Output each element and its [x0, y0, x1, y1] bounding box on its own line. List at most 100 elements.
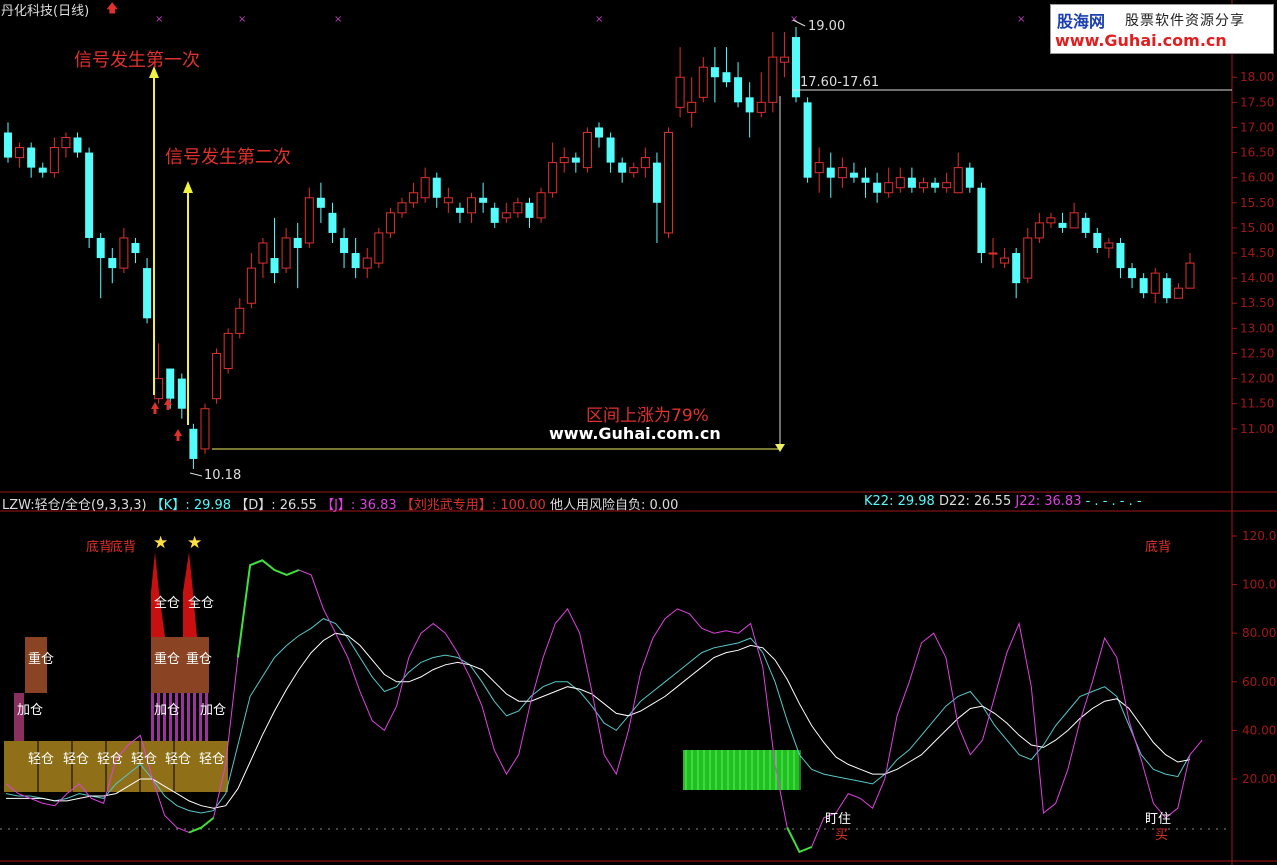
price-tick-label: 15.00: [1240, 221, 1274, 235]
candle-body-down: [293, 237, 302, 248]
candle-body-down: [907, 177, 916, 188]
candle-body-down: [861, 177, 870, 183]
candle-body-down: [710, 67, 719, 78]
logo-brand: 股海网: [1057, 12, 1106, 31]
candle-body-down: [826, 167, 835, 178]
candle-body-down: [1093, 232, 1102, 248]
up-arrow-icon: 🡅: [106, 1, 119, 15]
candle-body-up: [49, 147, 59, 174]
candle-body-down: [73, 137, 82, 153]
guhai-logo: 股海网 股票软件资源分享 www.Guhai.com.cn: [1050, 4, 1274, 54]
price-tick-label: 11.00: [1240, 422, 1274, 436]
candle-body-down: [595, 127, 603, 138]
candle-body-up: [756, 101, 766, 113]
candle-body-up: [420, 177, 430, 199]
candle-body-up: [768, 56, 778, 103]
candle-body-up: [1000, 257, 1010, 264]
candle-body-up: [385, 212, 395, 234]
candle-body-up: [675, 76, 685, 108]
candle-body-down: [1058, 222, 1067, 228]
candle-body-down: [85, 152, 94, 238]
indicator-tick-label: 40.00: [1242, 723, 1276, 737]
candle-body-down: [108, 258, 117, 269]
candle-body-up: [15, 147, 25, 159]
candle-body-down: [571, 157, 580, 163]
price-tick-label: 12.00: [1240, 372, 1274, 386]
j-label: 【J】: [321, 498, 351, 513]
candle-body-down: [490, 207, 499, 223]
buy-arrow-icon: [164, 398, 172, 405]
candle-body-down: [177, 378, 186, 409]
k-label: 【K】: [150, 498, 186, 513]
candle-body-down: [792, 37, 800, 98]
add-position-label: 加仓: [154, 703, 181, 718]
d-value: : 26.55: [271, 498, 317, 513]
candle-body-up: [304, 197, 314, 244]
candle-body-down: [745, 97, 754, 113]
candle-body-down: [432, 177, 441, 198]
high-price-label: 19.00: [808, 19, 846, 34]
candle-body-up: [1150, 272, 1160, 294]
range-price-label: 17.60-17.61: [800, 75, 880, 90]
buy-arrow-stem: [176, 436, 180, 441]
candle-body-down: [131, 242, 140, 254]
candle-body-down: [734, 77, 743, 103]
candle-body-down: [351, 253, 360, 269]
candle-body-up: [895, 177, 905, 189]
arrow-down-icon: [775, 444, 785, 452]
candle-body-down: [1139, 278, 1148, 294]
top-marker-icon: ×: [334, 14, 342, 25]
bottom-divergence-left: 底背: [86, 540, 113, 555]
candle-body-up: [1069, 212, 1079, 229]
top-marker-icon: ×: [1017, 14, 1025, 25]
price-tick-label: 16.50: [1240, 146, 1274, 160]
indicator-tick-label: 60.00: [1242, 675, 1276, 689]
candle-body-down: [166, 368, 175, 399]
candle-body-up: [988, 252, 998, 255]
candle-body-up: [1023, 237, 1033, 279]
j-oversold-highlight: [188, 817, 215, 834]
indicator-info-right: K22: 29.98 D22: 26.55 J22: 36.83 - . - .…: [864, 494, 1142, 509]
tail-dashes: - . - . - . -: [1085, 494, 1142, 509]
j-value: : 36.83: [350, 498, 397, 513]
bottom-divergence-right: 底背: [1145, 540, 1172, 555]
price-tick-label: 17.50: [1240, 95, 1274, 109]
candle-body-up: [664, 131, 674, 234]
candle-body-up: [536, 192, 546, 219]
candle-body-down: [873, 182, 882, 193]
candle-body-up: [397, 202, 407, 214]
candle-body-up: [61, 136, 71, 149]
heavy-position-label: 重仓: [28, 652, 55, 667]
indicator-tick-label: 120.00: [1242, 529, 1277, 543]
low-price-label: 10.18: [204, 468, 242, 483]
candle-body-down: [270, 258, 279, 274]
candle-body-up: [548, 162, 558, 194]
buy-arrow-stem: [153, 409, 157, 414]
candle-body-up: [582, 131, 592, 169]
top-marker-icon: ×: [155, 14, 163, 25]
candle-body-up: [698, 66, 708, 98]
window-title: 丹化科技(日线): [1, 4, 90, 19]
bottom-divergence-left-2: 底背: [110, 540, 137, 555]
d22-value: D22: 26.55: [938, 494, 1012, 509]
candle-body-up: [212, 352, 222, 400]
candle-body-up: [884, 182, 894, 194]
candle-body-down: [722, 72, 731, 83]
add-position-stripe: [181, 693, 184, 741]
full-position-label: 全仓: [188, 596, 215, 611]
candle-body-down: [1162, 278, 1171, 299]
buy-label: 买: [1155, 828, 1169, 843]
buy-arrow-icon: [151, 402, 159, 409]
light-position-label: 轻仓: [97, 752, 124, 767]
candle-body-up: [154, 378, 164, 400]
light-position-label: 轻仓: [28, 752, 55, 767]
full-position-label: 全仓: [154, 596, 181, 611]
price-tick-label: 13.00: [1240, 321, 1274, 335]
indicator-tick-label: 80.00: [1242, 626, 1276, 640]
price-tick-label: 16.00: [1240, 171, 1274, 185]
candle-body-up: [513, 202, 523, 214]
candle-body-down: [316, 197, 325, 208]
candle-body-down: [479, 197, 488, 203]
candle-body-down: [455, 207, 464, 213]
signal-first-label: 信号发生第一次: [74, 50, 200, 71]
